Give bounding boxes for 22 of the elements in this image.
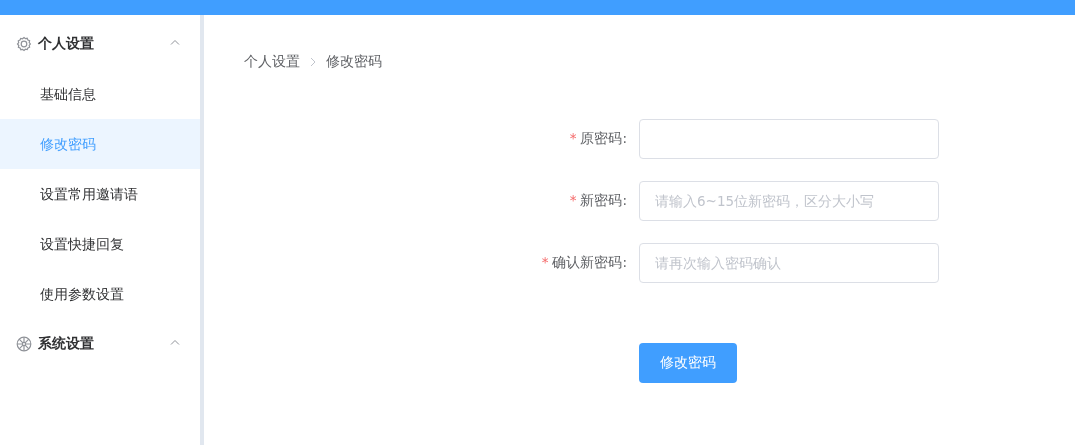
menu-item[interactable]: 基础信息 <box>0 69 200 119</box>
field-label: 新密码: <box>580 192 627 208</box>
input-field[interactable] <box>639 119 939 159</box>
gear-icon <box>16 36 32 52</box>
breadcrumb-item[interactable]: 个人设置 <box>244 53 300 71</box>
required-mark: * <box>569 192 577 208</box>
menu-item[interactable]: 使用参数设置 <box>0 269 200 319</box>
wheel-icon <box>16 336 32 352</box>
required-mark: * <box>569 130 577 146</box>
field-label: 确认新密码: <box>552 254 627 270</box>
breadcrumb-item: 修改密码 <box>326 53 382 71</box>
input-field[interactable]: 请输入6~15位新密码，区分大小写 <box>639 181 939 221</box>
chevron-icon <box>310 57 316 67</box>
input-field[interactable]: 请再次输入密码确认 <box>639 243 939 283</box>
field-label: 原密码: <box>580 130 627 146</box>
caret-icon <box>170 39 180 45</box>
caret-icon <box>170 339 180 345</box>
menu-group-header[interactable]: 个人设置 <box>0 19 200 69</box>
menu-item[interactable]: 设置快捷回复 <box>0 219 200 269</box>
menu-item[interactable]: 设置常用邀请语 <box>0 169 200 219</box>
menu-group-header[interactable]: 系统设置 <box>0 319 200 369</box>
required-mark: * <box>541 254 549 270</box>
